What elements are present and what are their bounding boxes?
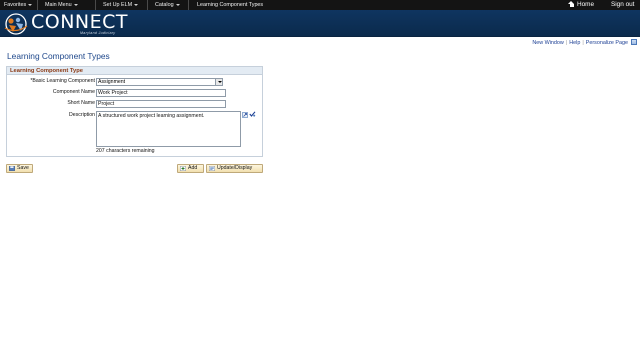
- nav-divider: [95, 0, 96, 10]
- nav-divider: [188, 0, 189, 10]
- nav-set-up-elm[interactable]: Set Up ELM: [103, 0, 139, 10]
- add-button-label: Add: [188, 165, 198, 171]
- top-nav-bar: Favorites Main Menu Set Up ELM Catalog L…: [0, 0, 640, 10]
- sign-out-link[interactable]: Sign out: [611, 0, 634, 10]
- nav-current-page[interactable]: Learning Component Types: [197, 0, 263, 10]
- update-display-button-label: Update/Display: [217, 165, 253, 171]
- spell-check-icon[interactable]: [249, 111, 256, 117]
- nav-catalog[interactable]: Catalog: [155, 0, 180, 10]
- nav-divider: [147, 0, 148, 10]
- chevron-down-icon: [28, 3, 33, 6]
- characters-remaining: 207 characters remaining: [96, 148, 155, 154]
- description-label: Description: [69, 112, 95, 118]
- customize-grid-icon[interactable]: [631, 39, 637, 45]
- chevron-down-icon: [73, 3, 78, 6]
- save-button-label: Save: [17, 165, 29, 171]
- basic-component-value: Assignment: [98, 79, 126, 85]
- personalize-page-link[interactable]: Personalize Page: [586, 40, 628, 46]
- save-icon: [9, 166, 15, 171]
- description-textarea[interactable]: A structured work project learning assig…: [96, 111, 241, 147]
- short-name-label: Short Name: [67, 100, 95, 106]
- short-name-input[interactable]: Project: [96, 100, 226, 108]
- component-name-input[interactable]: Work Project: [96, 89, 226, 97]
- chevron-down-icon: [134, 3, 139, 6]
- update-display-icon: [209, 166, 215, 171]
- section-title: Learning Component Type: [7, 67, 262, 75]
- page-bar: New Window | Help | Personalize Page: [532, 39, 640, 47]
- dropdown-arrow-icon[interactable]: [215, 79, 222, 85]
- nav-divider: [37, 0, 38, 10]
- brand-name: CONNECT: [31, 11, 129, 33]
- add-icon: [180, 166, 186, 171]
- expand-icon[interactable]: [242, 112, 248, 118]
- nav-favorites[interactable]: Favorites: [4, 0, 33, 10]
- brand-tagline: Maryland Judiciary: [80, 31, 116, 35]
- chevron-down-icon: [175, 3, 180, 6]
- add-button[interactable]: Add: [177, 164, 204, 173]
- update-display-button[interactable]: Update/Display: [206, 164, 263, 173]
- basic-component-label: *Basic Learning Component: [30, 78, 95, 84]
- page-title: Learning Component Types: [7, 51, 110, 61]
- nav-main-menu[interactable]: Main Menu: [45, 0, 78, 10]
- home-link[interactable]: Home: [568, 0, 594, 10]
- divider: |: [582, 40, 584, 46]
- component-name-label: Component Name: [52, 89, 95, 95]
- new-window-link[interactable]: New Window: [532, 40, 563, 46]
- help-link[interactable]: Help: [569, 40, 580, 46]
- basic-component-select[interactable]: Assignment: [96, 78, 223, 86]
- connect-logo-icon: [4, 13, 28, 35]
- home-icon: [568, 1, 575, 7]
- save-button[interactable]: Save: [6, 164, 33, 173]
- divider: |: [565, 40, 568, 46]
